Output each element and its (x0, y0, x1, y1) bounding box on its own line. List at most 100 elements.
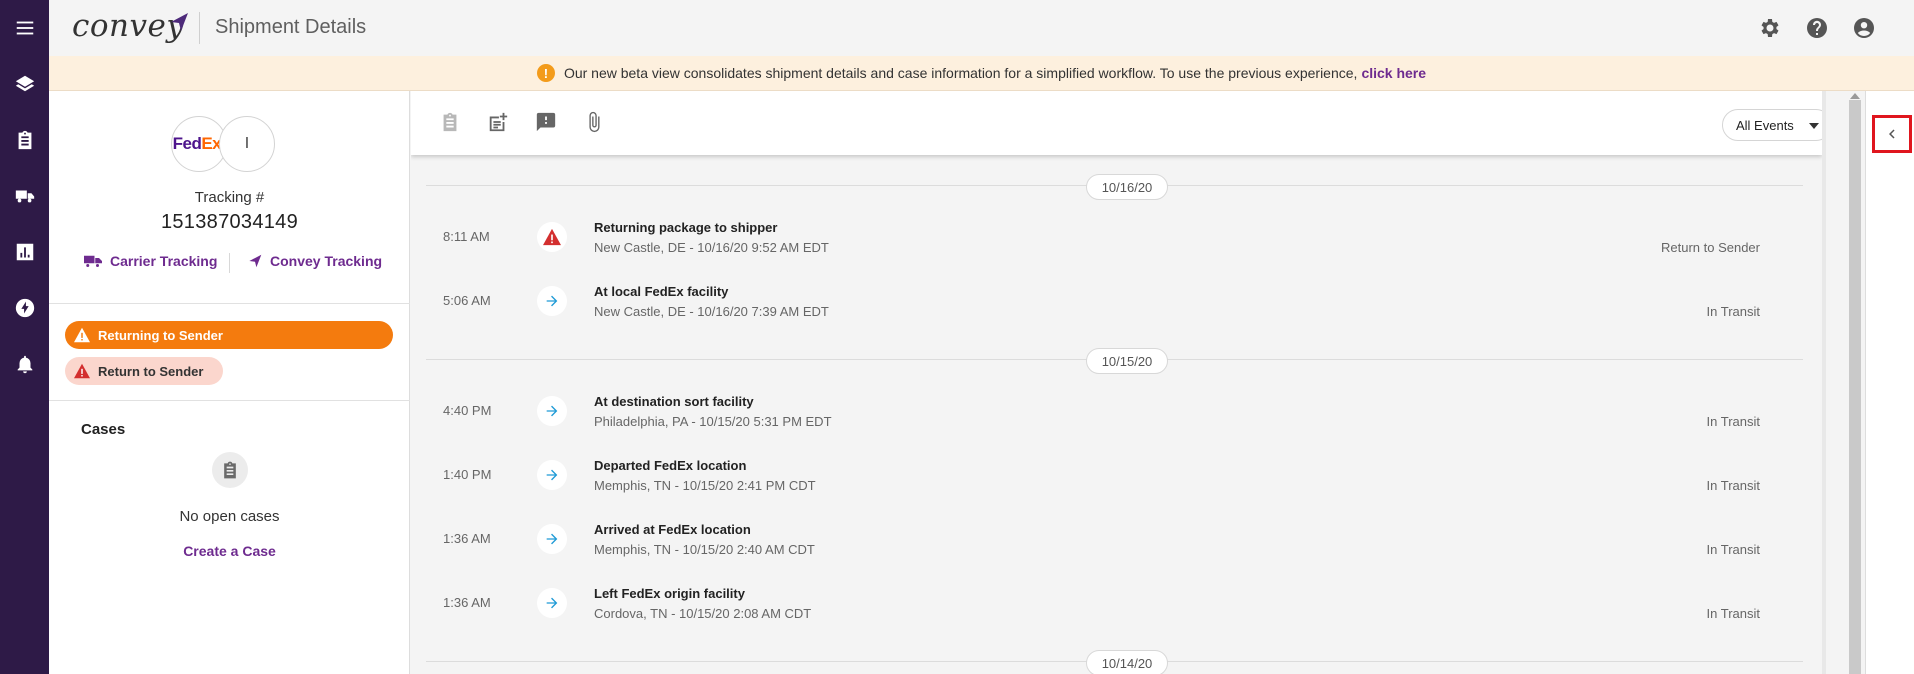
event-title: At destination sort facility (594, 394, 754, 409)
event-status: In Transit (1706, 542, 1760, 557)
nav-analytics[interactable] (0, 232, 49, 272)
divider (49, 303, 410, 304)
event-title: Arrived at FedEx location (594, 522, 751, 537)
cases-title: Cases (81, 421, 126, 438)
menu-button[interactable] (0, 8, 49, 48)
layers-icon (15, 75, 34, 92)
settings-button[interactable] (1755, 14, 1783, 42)
convey-tracking-label: Convey Tracking (270, 253, 383, 269)
scroll-up-arrow[interactable] (1850, 93, 1860, 99)
timeline-scrollbar[interactable] (1849, 100, 1861, 674)
brand-logo[interactable]: convey (72, 8, 184, 44)
clipboard-icon (443, 112, 457, 132)
tracking-divider (229, 253, 230, 273)
arrow-right-icon (537, 396, 567, 426)
timeline-event: 1:40 PM Departed FedEx location Memphis,… (411, 452, 1822, 512)
tracking-number: 151387034149 (160, 211, 299, 233)
add-note-button[interactable] (485, 109, 511, 135)
carrier-tracking-link[interactable]: Carrier Tracking (84, 253, 217, 269)
nav-layers[interactable] (0, 64, 49, 104)
event-title: Returning package to shipper (594, 220, 778, 235)
nav-shipments[interactable] (0, 176, 49, 216)
event-time: 1:40 PM (443, 467, 492, 482)
event-location: Memphis, TN - 10/15/20 2:41 PM CDT (594, 478, 816, 493)
event-time: 4:40 PM (443, 403, 492, 418)
details-drawer (1865, 91, 1914, 674)
event-title: At local FedEx facility (594, 284, 729, 299)
event-location: Philadelphia, PA - 10/15/20 5:31 PM EDT (594, 414, 832, 429)
date-chip: 10/16/20 (1086, 174, 1168, 200)
timeline-event: 8:11 AM Returning package to shipper New… (411, 214, 1822, 274)
event-time: 1:36 AM (443, 531, 491, 546)
exclamation-icon: ! (536, 64, 555, 82)
feedback-icon (536, 112, 556, 132)
event-status: Return to Sender (1660, 240, 1760, 255)
event-status: In Transit (1706, 606, 1760, 621)
status-badge-returning: Returning to Sender (65, 321, 393, 349)
date-chip: 10/15/20 (1086, 348, 1168, 374)
expand-drawer-button[interactable] (1872, 115, 1912, 153)
previous-experience-link[interactable]: click here (1361, 65, 1426, 81)
date-chip: 10/14/20 (1086, 650, 1168, 674)
clipboard-icon (212, 452, 248, 488)
create-case-link[interactable]: Create a Case (49, 543, 410, 559)
fedex-logo-fed: Fed (172, 134, 202, 153)
warning-icon (74, 363, 90, 379)
status-badge-return: Return to Sender (65, 357, 223, 385)
event-time: 8:11 AM (443, 229, 490, 244)
paperclip-icon (589, 111, 600, 133)
attachment-button[interactable] (581, 109, 607, 135)
event-title: Left FedEx origin facility (594, 586, 745, 601)
bell-icon (17, 355, 32, 374)
date-separator: 10/16/20 (426, 171, 1803, 201)
retailer-logo: I (219, 116, 275, 172)
event-filter-select[interactable]: All Events (1722, 109, 1826, 141)
account-button[interactable] (1850, 14, 1878, 42)
date-separator: 10/15/20 (426, 345, 1803, 375)
event-status: In Transit (1706, 414, 1760, 429)
title-divider (199, 12, 200, 44)
event-location: New Castle, DE - 10/16/20 7:39 AM EDT (594, 304, 829, 319)
chevron-left-icon (1889, 129, 1895, 139)
no-cases-message: No open cases (179, 508, 280, 525)
event-filter-value: All Events (1736, 117, 1794, 133)
user-account-icon (1854, 18, 1874, 38)
convey-tracking-link[interactable]: Convey Tracking (248, 253, 382, 269)
warning-icon (537, 222, 567, 252)
convey-arrow-icon (249, 254, 262, 268)
timeline-toolbar: All Events (411, 91, 1826, 155)
event-time: 1:36 AM (443, 595, 491, 610)
add-note-icon (489, 112, 508, 132)
tracking-label: Tracking # (194, 189, 265, 206)
timeline-event: 1:36 AM Arrived at FedEx location Memphi… (411, 516, 1822, 576)
nav-rail (0, 0, 49, 674)
arrow-right-icon (537, 524, 567, 554)
arrow-right-icon (537, 286, 567, 316)
event-status: In Transit (1706, 478, 1760, 493)
timeline-event: 4:40 PM At destination sort facility Phi… (411, 388, 1822, 448)
nav-notifications[interactable] (0, 344, 49, 384)
status-label: Returning to Sender (98, 327, 223, 343)
arrow-right-icon (537, 460, 567, 490)
clipboard-icon (18, 130, 31, 150)
report-issue-button[interactable] (533, 109, 559, 135)
banner-message: Our new beta view consolidates shipment … (563, 65, 1358, 81)
arrow-right-icon (537, 588, 567, 618)
help-button[interactable] (1803, 14, 1831, 42)
help-icon (1807, 18, 1827, 38)
status-label: Return to Sender (98, 363, 204, 379)
warning-icon (74, 327, 90, 343)
retailer-initial: I (244, 135, 250, 152)
page-title: Shipment Details (215, 16, 367, 38)
shipment-summary-panel: FedEx. I Tracking # 151387034149 Carrier… (49, 91, 410, 674)
divider (49, 400, 410, 401)
convey-arrow-icon (171, 13, 188, 31)
timeline-panel: All Events 10/16/20 8:11 AM Returning pa… (411, 91, 1826, 674)
nav-cases[interactable] (0, 120, 49, 160)
nav-automation[interactable] (0, 288, 49, 328)
truck-icon (15, 190, 34, 203)
hamburger-icon (16, 21, 33, 35)
bar-chart-icon (16, 243, 33, 261)
case-button[interactable] (437, 109, 463, 135)
event-location: Memphis, TN - 10/15/20 2:40 AM CDT (594, 542, 815, 557)
